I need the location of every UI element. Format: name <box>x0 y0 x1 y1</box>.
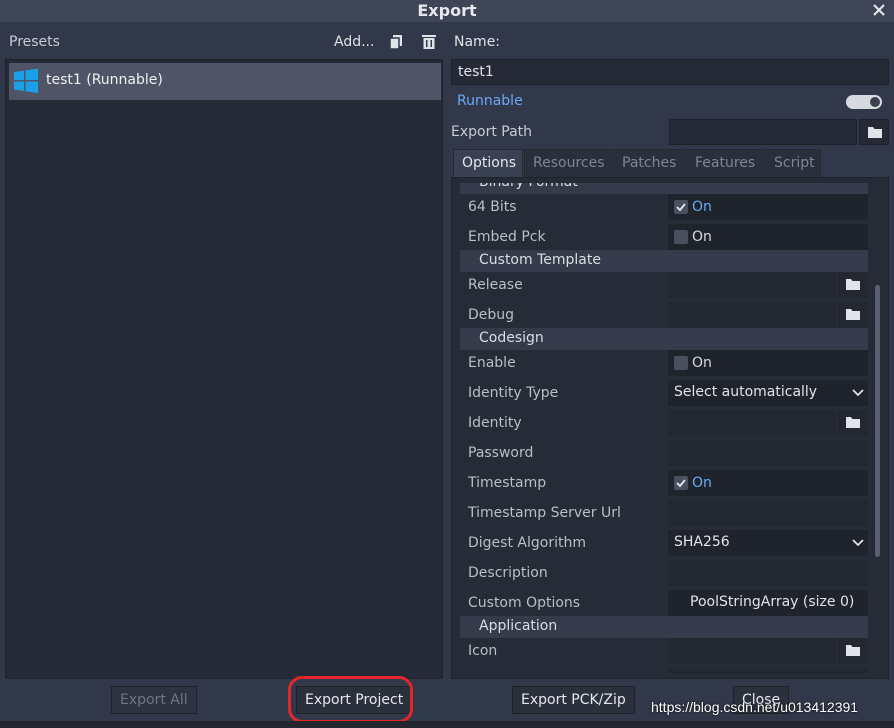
custom-options-button[interactable]: PoolStringArray (size 0) <box>668 590 868 616</box>
release-browse-button[interactable] <box>838 272 868 298</box>
custom-options-value: PoolStringArray (size 0) <box>690 594 855 610</box>
bits64-on-text: On <box>692 199 712 215</box>
enable-on-text: On <box>692 355 712 371</box>
digest-value: SHA256 <box>674 534 730 550</box>
identity-browse-button[interactable] <box>838 410 868 436</box>
add-preset-button[interactable]: Add... <box>334 34 374 50</box>
release-path-input[interactable] <box>668 272 836 298</box>
export-project-highlight <box>288 676 413 723</box>
preset-item[interactable]: test1 (Runnable) <box>9 63 441 100</box>
embed-pck-checkbox[interactable] <box>674 230 688 244</box>
runnable-toggle[interactable] <box>846 95 882 109</box>
section-custom-template: Custom Template <box>460 250 868 272</box>
duplicate-icon[interactable] <box>388 33 406 51</box>
name-input[interactable]: test1 <box>451 59 889 85</box>
tab-patches[interactable]: Patches <box>613 149 685 178</box>
options-scrollbar-thumb[interactable] <box>875 285 880 557</box>
window-title: Export <box>417 1 477 20</box>
section-application: Application <box>460 616 868 638</box>
runnable-label: Runnable <box>457 93 523 109</box>
tab-resources[interactable]: Resources <box>524 149 612 178</box>
digest-select[interactable]: SHA256 <box>668 530 868 556</box>
delete-icon[interactable] <box>420 33 438 51</box>
section-application-label: Application <box>479 618 558 634</box>
export-all-button[interactable]: Export All <box>111 686 197 714</box>
bottom-strip <box>0 721 894 728</box>
debug-label: Debug <box>468 307 515 323</box>
presets-label: Presets <box>9 34 60 50</box>
password-input[interactable] <box>668 440 868 466</box>
name-value: test1 <box>458 64 494 80</box>
section-codesign-label: Codesign <box>479 330 544 346</box>
folder-icon <box>846 645 860 656</box>
watermark: https://blog.csdn.net/u013412391 <box>651 699 859 715</box>
name-label: Name: <box>454 34 501 50</box>
folder-icon <box>846 417 860 428</box>
folder-icon <box>846 279 860 290</box>
bits64-label: 64 Bits <box>468 199 517 215</box>
folder-icon <box>868 127 882 138</box>
export-path-browse-button[interactable] <box>859 119 889 145</box>
release-label: Release <box>468 277 523 293</box>
timestamp-url-label: Timestamp Server Url <box>468 505 621 521</box>
identity-type-select[interactable]: Select automatically <box>668 380 868 406</box>
tab-options[interactable]: Options <box>453 149 523 178</box>
folder-icon <box>846 309 860 320</box>
description-label: Description <box>468 565 548 581</box>
export-path-label: Export Path <box>451 124 533 140</box>
tab-script[interactable]: Script <box>765 149 821 178</box>
preset-list[interactable]: test1 (Runnable) <box>5 59 443 679</box>
digest-label: Digest Algorithm <box>468 535 586 551</box>
title-bar: Export <box>0 0 894 22</box>
icon-label: Icon <box>468 643 498 659</box>
export-pck-button[interactable]: Export PCK/Zip <box>512 686 635 714</box>
enable-checkbox[interactable] <box>674 356 688 370</box>
icon-browse-button[interactable] <box>838 638 868 664</box>
identity-path-input[interactable] <box>668 410 836 436</box>
icon-path-input[interactable] <box>668 638 836 664</box>
password-label: Password <box>468 445 534 461</box>
description-input[interactable] <box>668 560 868 586</box>
embed-pck-on-text: On <box>692 229 712 245</box>
timestamp-url-input[interactable] <box>668 500 868 526</box>
timestamp-checkbox[interactable] <box>674 476 688 490</box>
timestamp-on-text: On <box>692 475 712 491</box>
identity-type-value: Select automatically <box>674 384 818 400</box>
chevron-down-icon <box>852 539 864 547</box>
windows-logo-icon <box>14 68 38 93</box>
custom-options-label: Custom Options <box>468 595 581 611</box>
export-path-input[interactable] <box>669 119 857 145</box>
next-row-peek <box>668 668 868 674</box>
debug-path-input[interactable] <box>668 302 836 328</box>
timestamp-label: Timestamp <box>468 475 547 491</box>
debug-browse-button[interactable] <box>838 302 868 328</box>
close-icon[interactable] <box>870 1 888 19</box>
section-custom-template-label: Custom Template <box>479 252 601 268</box>
embed-pck-label: Embed Pck <box>468 229 546 245</box>
preset-name: test1 (Runnable) <box>46 72 163 88</box>
tab-features[interactable]: Features <box>686 149 764 178</box>
bits64-checkbox[interactable] <box>674 200 688 214</box>
identity-label: Identity <box>468 415 522 431</box>
enable-label: Enable <box>468 355 516 371</box>
section-codesign: Codesign <box>460 328 868 350</box>
identity-type-label: Identity Type <box>468 385 559 401</box>
chevron-down-icon <box>852 389 864 397</box>
